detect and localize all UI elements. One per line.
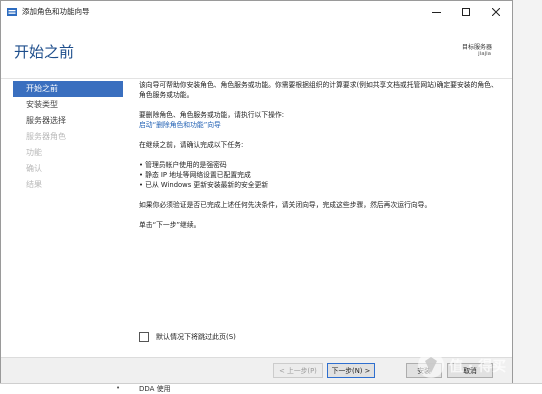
nav-item-server-roles: 服务器角色 bbox=[26, 132, 66, 141]
watermark-logo: 值 · 得买 bbox=[418, 352, 506, 378]
skip-page-checkbox[interactable] bbox=[139, 332, 149, 342]
list-item: • 管理员帐户使用的是强密码 bbox=[139, 161, 227, 169]
minimize-icon bbox=[431, 11, 441, 13]
wizard-nav: 开始之前 安装类型 服务器选择 服务器角色 功能 确认 结果 bbox=[13, 81, 123, 193]
nav-item-installation-type[interactable]: 安装类型 bbox=[13, 97, 123, 113]
wizard-content: 该向导可帮助你安装角色、角色服务或功能。你需要根据组织的计算要求(例如共享文档或… bbox=[139, 80, 501, 240]
background-window-bottom bbox=[0, 383, 542, 394]
background-window-edge bbox=[512, 0, 542, 393]
remove-prompt: 要删除角色、角色服务或功能，请执行以下操作: bbox=[139, 111, 285, 119]
nav-item-before-you-begin[interactable]: 开始之前 bbox=[13, 81, 123, 97]
previous-button[interactable]: < 上一步(P) bbox=[273, 363, 323, 378]
wizard-header: 开始之前 目标服务器 jiajia bbox=[1, 23, 512, 79]
verify-text: 如果你必须验证是否已完成上述任何先决条件，请关闭向导，完成这些步骤，然后再次运行… bbox=[139, 201, 432, 209]
nav-item-server-selection[interactable]: 服务器选择 bbox=[13, 113, 123, 129]
title-bar: 添加角色和功能向导 bbox=[1, 1, 512, 23]
page-title: 开始之前 bbox=[14, 43, 75, 61]
destination-server-label: 目标服务器 bbox=[461, 44, 492, 51]
close-button[interactable] bbox=[482, 1, 510, 23]
destination-server-value: jiajia bbox=[478, 51, 491, 57]
nav-item-confirmation: 确认 bbox=[26, 164, 42, 173]
maximize-icon bbox=[462, 8, 470, 16]
next-hint: 单击“下一步”继续。 bbox=[139, 221, 201, 229]
background-bullet: • bbox=[116, 384, 121, 392]
minimize-button[interactable] bbox=[422, 1, 450, 23]
confirm-prompt: 在继续之前，请确认完成以下任务: bbox=[139, 141, 244, 149]
nav-item-results: 结果 bbox=[26, 180, 42, 189]
nav-item-features: 功能 bbox=[26, 148, 42, 157]
intro-text: 该向导可帮助你安装角色、角色服务或功能。你需要根据组织的计算要求(例如共享文档或… bbox=[139, 81, 498, 99]
list-item: • 已从 Windows 更新安装最新的安全更新 bbox=[139, 181, 269, 189]
maximize-button[interactable] bbox=[452, 1, 480, 23]
skip-page-checkbox-row[interactable]: 默认情况下将跳过此页(S) bbox=[139, 332, 236, 342]
skip-page-label[interactable]: 默认情况下将跳过此页(S) bbox=[156, 332, 236, 342]
prerequisite-list: • 管理员帐户使用的是强密码 • 静态 IP 地址等网络设置已配置完成 • 已从… bbox=[139, 160, 501, 190]
server-manager-icon bbox=[7, 8, 17, 16]
remove-roles-link[interactable]: 启动“删除角色和功能”向导 bbox=[139, 121, 221, 129]
add-roles-wizard-window: 添加角色和功能向导 开始之前 目标服务器 jiajia 开始之前 安装类型 服务… bbox=[0, 0, 513, 383]
window-title: 添加角色和功能向导 bbox=[22, 7, 90, 16]
list-item: • 静态 IP 地址等网络设置已配置完成 bbox=[139, 171, 251, 179]
svg-text:值 · 得买: 值 · 得买 bbox=[449, 358, 506, 375]
close-icon bbox=[492, 8, 500, 16]
next-button[interactable]: 下一步(N) > bbox=[327, 363, 375, 378]
remove-block: 要删除角色、角色服务或功能，请执行以下操作: 启动“删除角色和功能”向导 bbox=[139, 110, 501, 130]
